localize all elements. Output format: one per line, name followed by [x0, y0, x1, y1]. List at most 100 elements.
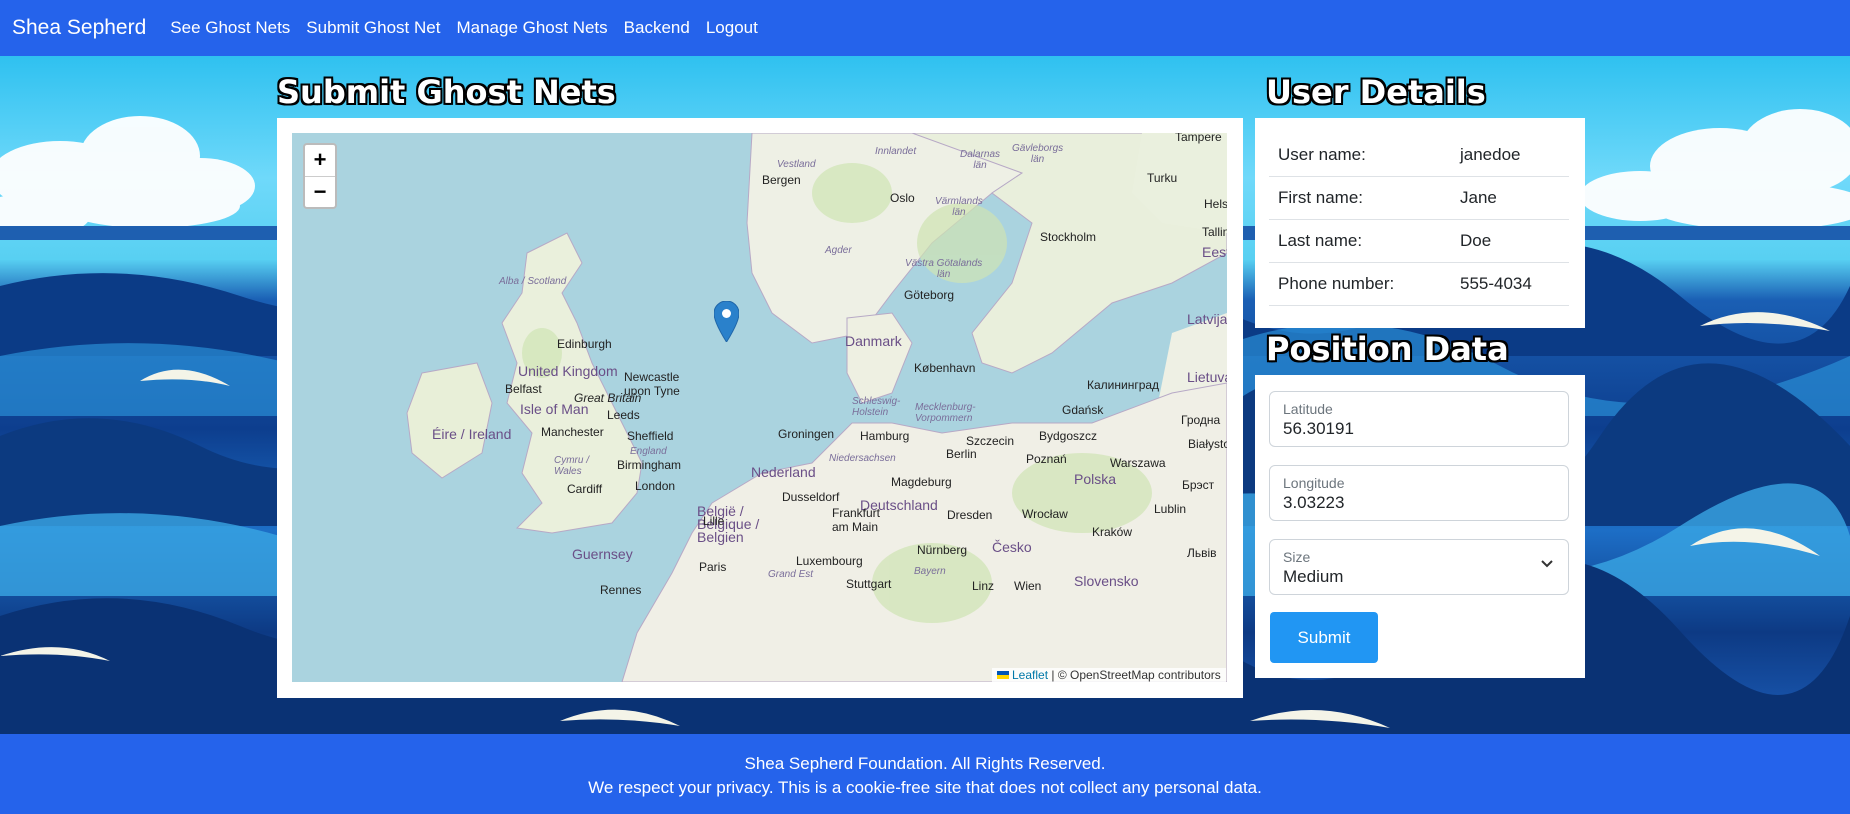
- map-label-szczecin: Szczecin: [966, 434, 1015, 448]
- map-label-bydgoszcz: Bydgoszcz: [1039, 429, 1098, 443]
- user-row-phone: Phone number: 555-4034: [1269, 262, 1569, 306]
- map-label-bialystok: Białystok: [1188, 437, 1227, 451]
- map-label-edinburgh: Edinburgh: [557, 337, 612, 351]
- map-label-manchester: Manchester: [541, 425, 604, 439]
- user-name-value: janedoe: [1451, 134, 1569, 177]
- ukraine-flag-icon: [997, 671, 1009, 679]
- nav-see-ghost-nets[interactable]: See Ghost Nets: [170, 18, 290, 38]
- map-label-bergen: Bergen: [762, 173, 801, 187]
- map-label-dusseldorf: Dusseldorf: [782, 490, 840, 504]
- map[interactable]: Bergen Oslo Stockholm Turku Tampere Göte…: [292, 133, 1227, 682]
- map-label-grand-est: Grand Est: [768, 569, 814, 580]
- latitude-value[interactable]: 56.30191: [1283, 419, 1354, 439]
- map-label-bayern: Bayern: [914, 566, 946, 577]
- map-label-mecklenburg: Mecklenburg- Vorpommern: [915, 402, 976, 424]
- map-label-poznan: Poznań: [1026, 452, 1067, 466]
- user-row-firstname: First name: Jane: [1269, 176, 1569, 220]
- map-label-england: England: [630, 446, 667, 457]
- map-label-frankfurt: Frankfurt am Main: [832, 506, 881, 534]
- leaflet-link[interactable]: Leaflet: [1012, 668, 1048, 682]
- map-label-gavleborgs: Gävleborgs län: [1012, 143, 1064, 165]
- longitude-value[interactable]: 3.03223: [1283, 493, 1344, 513]
- nav-manage-ghost-nets[interactable]: Manage Ghost Nets: [456, 18, 607, 38]
- map-label-gdansk: Gdańsk: [1062, 403, 1104, 417]
- map-label-schleswig: Schleswig- Holstein: [852, 396, 901, 418]
- navbar: Shea Sepherd See Ghost Nets Submit Ghost…: [0, 0, 1850, 56]
- footer-copyright: Shea Sepherd Foundation. All Rights Rese…: [744, 754, 1106, 773]
- map-label-wien: Wien: [1014, 579, 1042, 593]
- submit-button[interactable]: Submit: [1270, 612, 1378, 663]
- zoom-control: + −: [303, 143, 337, 209]
- zoom-in-button[interactable]: +: [305, 145, 335, 177]
- map-label-danmark: Danmark: [845, 333, 902, 349]
- map-label-grodno: Гродна: [1181, 413, 1221, 427]
- map-label-eire: Éire / Ireland: [432, 426, 512, 442]
- user-details-heading: User Details: [1266, 73, 1486, 111]
- footer-privacy: We respect your privacy. This is a cooki…: [588, 778, 1262, 797]
- user-row-lastname: Last name: Doe: [1269, 219, 1569, 263]
- nav-submit-ghost-net[interactable]: Submit Ghost Net: [306, 18, 440, 38]
- last-name-label: Last name:: [1269, 219, 1451, 263]
- map-label-birmingham: Birmingham: [617, 458, 682, 472]
- first-name-value: Jane: [1451, 176, 1569, 220]
- map-label-nederland: Nederland: [751, 464, 816, 480]
- longitude-field[interactable]: Longitude 3.03223: [1269, 465, 1569, 521]
- marker-icon[interactable]: [714, 301, 739, 342]
- map-label-berlin: Berlin: [946, 447, 977, 461]
- size-label: Size: [1283, 549, 1311, 565]
- phone-value: 555-4034: [1451, 262, 1569, 306]
- map-label-rennes: Rennes: [600, 583, 642, 597]
- map-label-cesko: Česko: [992, 539, 1032, 555]
- map-label-linz: Linz: [972, 579, 995, 593]
- user-row-username: User name: janedoe: [1269, 134, 1569, 177]
- map-label-united-kingdom: United Kingdom: [518, 363, 618, 379]
- map-label-latvija: Latvija: [1187, 311, 1227, 327]
- map-label-vestland: Vestland: [777, 159, 816, 170]
- map-label-cymru: Cymru / Wales: [554, 455, 589, 477]
- map-label-slovensko: Slovensko: [1074, 573, 1139, 589]
- map-label-niedersachsen: Niedersachsen: [829, 453, 896, 464]
- size-value[interactable]: Medium: [1283, 567, 1343, 587]
- position-data-heading: Position Data: [1266, 330, 1509, 368]
- footer: Shea Sepherd Foundation. All Rights Rese…: [0, 734, 1850, 814]
- map-label-dresden: Dresden: [947, 508, 993, 522]
- map-label-agder: Agder: [825, 245, 852, 256]
- map-label-brest: Брэст: [1182, 478, 1215, 492]
- map-label-lille: Lille: [703, 514, 725, 528]
- nav-logout[interactable]: Logout: [706, 18, 758, 38]
- nav-backend[interactable]: Backend: [624, 18, 690, 38]
- map-label-sheffield: Sheffield: [627, 429, 674, 443]
- map-label-helsinki: Hels: [1204, 197, 1227, 211]
- map-label-krakow: Kraków: [1092, 525, 1133, 539]
- map-label-nurnberg: Nürnberg: [917, 543, 968, 557]
- map-label-tallinn: Tallin: [1202, 225, 1227, 239]
- map-label-london: London: [635, 479, 676, 493]
- map-label-wroclaw: Wrocław: [1022, 507, 1068, 521]
- map-attribution: Leaflet | © OpenStreetMap contributors: [992, 668, 1226, 683]
- map-label-vastra: Västra Götalands län: [905, 258, 983, 280]
- zoom-out-button[interactable]: −: [305, 177, 335, 208]
- osm-attribution: | © OpenStreetMap contributors: [1051, 668, 1221, 682]
- map-label-turku: Turku: [1147, 171, 1178, 185]
- map-label-warszawa: Warszawa: [1110, 456, 1166, 470]
- size-select[interactable]: Size Medium: [1269, 539, 1569, 595]
- map-label-lublin: Lublin: [1154, 502, 1187, 516]
- map-label-groningen: Groningen: [778, 427, 835, 441]
- last-name-value: Doe: [1451, 219, 1569, 263]
- map-label-paris: Paris: [699, 560, 727, 574]
- latitude-field[interactable]: Latitude 56.30191: [1269, 391, 1569, 447]
- chevron-down-icon: [1541, 560, 1553, 568]
- map-label-kaliningrad: Калининград: [1087, 378, 1160, 392]
- brand-link[interactable]: Shea Sepherd: [12, 16, 146, 40]
- map-label-leeds: Leeds: [607, 408, 640, 422]
- map-label-guernsey: Guernsey: [572, 546, 633, 562]
- map-label-hamburg: Hamburg: [860, 429, 910, 443]
- map-label-eesti: Eest: [1202, 244, 1227, 260]
- map-label-tampere: Tampere: [1175, 133, 1222, 144]
- user-name-label: User name:: [1269, 134, 1451, 177]
- map-label-luxembourg: Luxembourg: [796, 554, 863, 568]
- submit-ghost-nets-heading: Submit Ghost Nets: [277, 73, 616, 111]
- map-label-cardiff: Cardiff: [567, 482, 603, 496]
- user-details-table: User name: janedoe First name: Jane Last…: [1269, 134, 1569, 306]
- map-label-goteborg: Göteborg: [904, 288, 955, 302]
